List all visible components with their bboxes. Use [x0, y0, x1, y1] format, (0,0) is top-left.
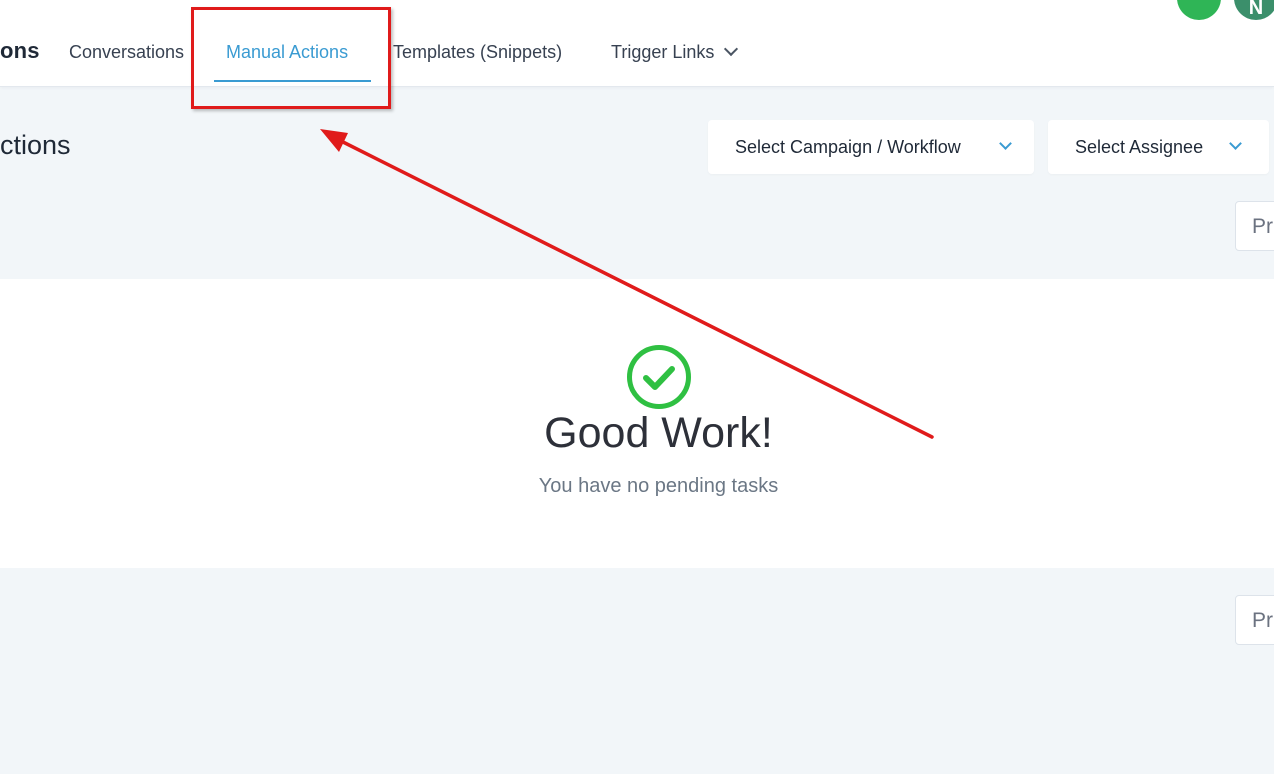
- tab-templates-snippets[interactable]: Templates (Snippets): [393, 42, 562, 63]
- tab-trigger-links-label: Trigger Links: [611, 42, 715, 62]
- app-title: ons: [0, 38, 40, 63]
- pagination-control-top[interactable]: Pr: [1235, 201, 1274, 251]
- annotation-highlight-box: [191, 7, 391, 109]
- check-circle-icon: [627, 345, 691, 409]
- chevron-down-icon: [1229, 137, 1242, 150]
- user-avatar-initial: N: [1248, 0, 1264, 19]
- empty-state-subtitle: You have no pending tasks: [538, 475, 779, 497]
- campaign-workflow-select[interactable]: Select Campaign / Workflow: [708, 120, 1034, 174]
- phone-icon[interactable]: [1177, 0, 1221, 20]
- tab-conversations[interactable]: Conversations: [69, 42, 184, 63]
- chevron-down-icon: [724, 41, 739, 57]
- assignee-select[interactable]: Select Assignee: [1048, 120, 1269, 174]
- tab-trigger-links[interactable]: Trigger Links: [611, 41, 739, 63]
- campaign-workflow-select-label: Select Campaign / Workflow: [735, 137, 961, 157]
- empty-state-card: Good Work! You have no pending tasks: [0, 279, 1274, 568]
- page-title: ctions: [0, 130, 71, 160]
- chevron-down-icon: [999, 137, 1012, 150]
- empty-state-title: Good Work!: [544, 409, 773, 457]
- pagination-control-bottom[interactable]: Pr: [1235, 595, 1274, 645]
- assignee-select-label: Select Assignee: [1075, 137, 1204, 157]
- user-avatar[interactable]: N: [1234, 0, 1274, 20]
